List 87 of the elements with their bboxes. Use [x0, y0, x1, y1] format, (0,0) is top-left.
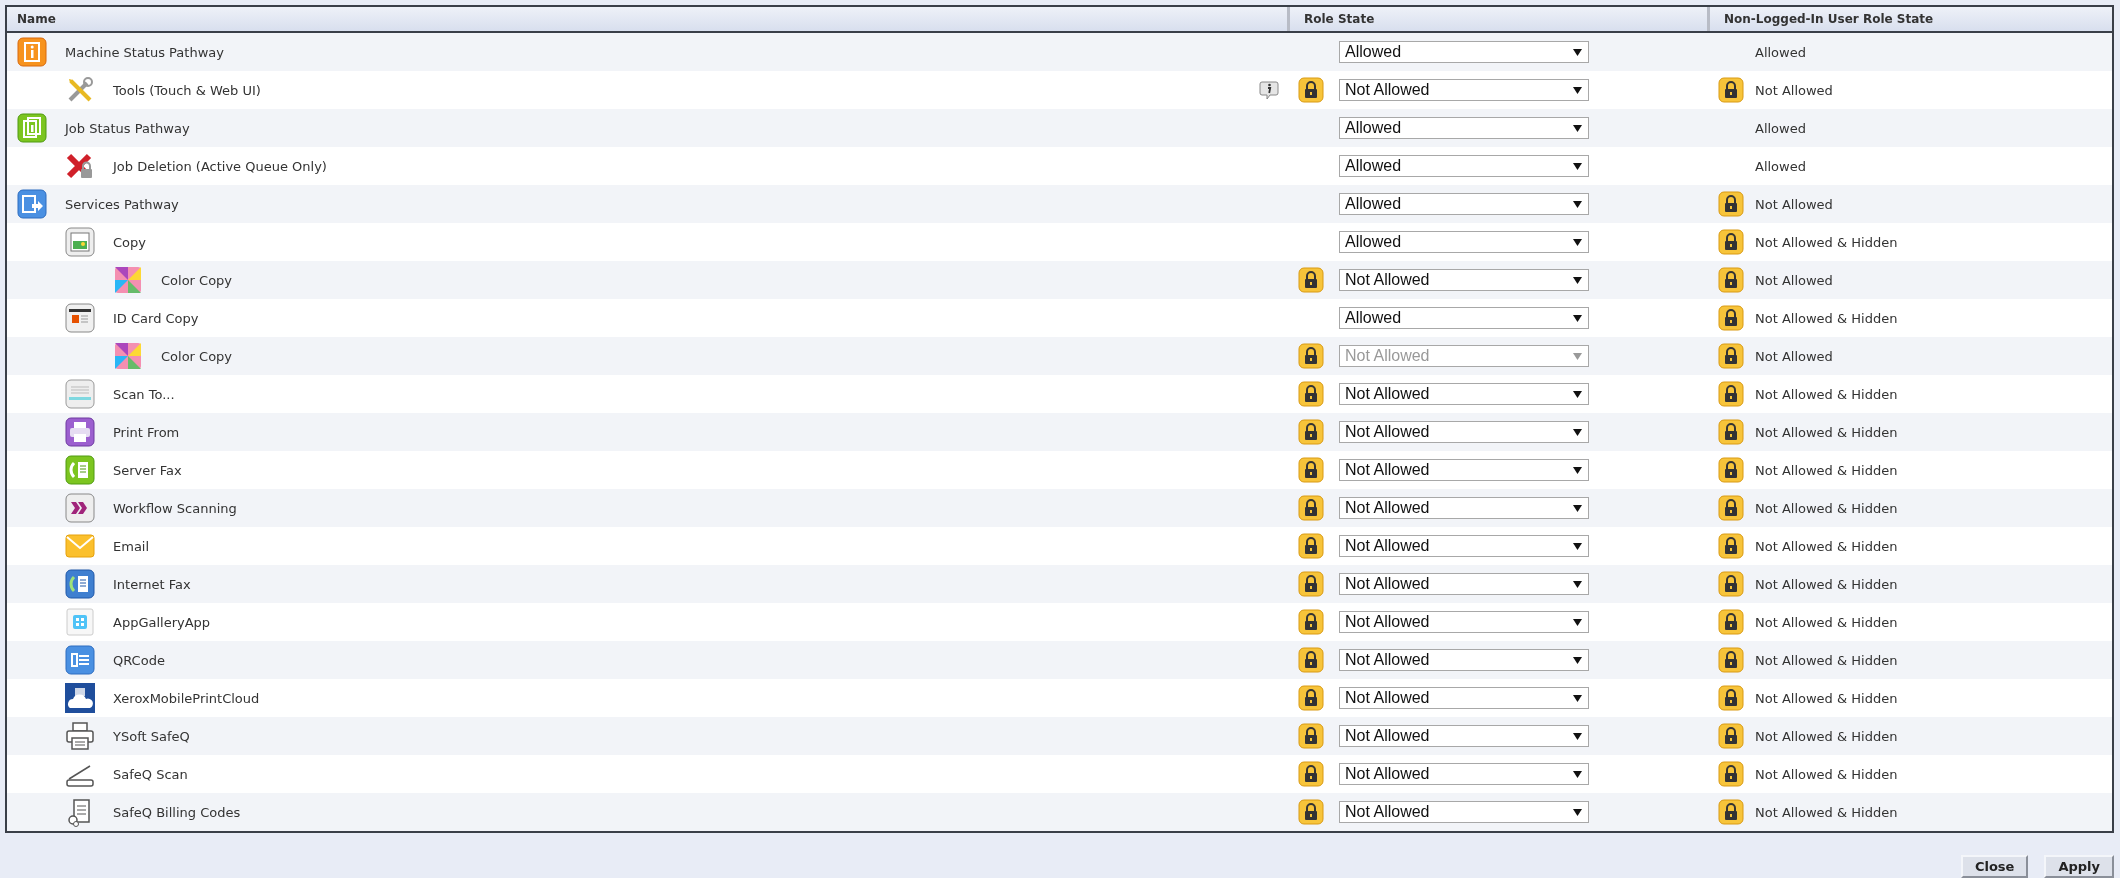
- caret-icon: [1573, 732, 1582, 740]
- guest-role-state: Not Allowed & Hidden: [1755, 234, 1898, 250]
- permission-name: Tools (Touch & Web UI): [113, 82, 262, 98]
- guest-role-state: Not Allowed & Hidden: [1755, 576, 1898, 592]
- permission-name: SafeQ Billing Codes: [113, 804, 242, 820]
- role-state-dropdown[interactable]: Not Allowed: [1339, 497, 1589, 519]
- permission-name: ID Card Copy: [113, 310, 200, 326]
- guest-role-state: Allowed: [1755, 44, 1806, 60]
- guest-role-state: Not Allowed & Hidden: [1755, 462, 1898, 478]
- permission-name: SafeQ Scan: [113, 766, 189, 782]
- permission-name: XeroxMobilePrintCloud: [113, 690, 261, 706]
- guest-role-state: Not Allowed: [1755, 196, 1833, 212]
- permission-name: Machine Status Pathway: [65, 44, 225, 60]
- guest-role-state: Not Allowed & Hidden: [1755, 386, 1898, 402]
- role-state-dropdown[interactable]: Not Allowed: [1339, 535, 1589, 557]
- permission-name: YSoft SafeQ: [113, 728, 191, 744]
- permission-name: Email: [113, 538, 151, 554]
- role-state-dropdown[interactable]: Not Allowed: [1339, 79, 1589, 101]
- caret-icon: [1573, 86, 1582, 94]
- permission-name: Server Fax: [113, 462, 183, 478]
- caret-icon: [1573, 390, 1582, 398]
- guest-role-state: Not Allowed & Hidden: [1755, 500, 1898, 516]
- guest-role-state: Not Allowed & Hidden: [1755, 728, 1898, 744]
- permission-name: Services Pathway: [65, 196, 180, 212]
- permission-name: Job Deletion (Active Queue Only): [113, 158, 328, 174]
- caret-icon: [1573, 238, 1582, 246]
- role-state-dropdown[interactable]: Not Allowed: [1339, 763, 1589, 785]
- caret-icon: [1573, 770, 1582, 778]
- role-state-dropdown[interactable]: Not Allowed: [1339, 725, 1589, 747]
- column-header: Name: [16, 11, 57, 28]
- role-state-dropdown[interactable]: Allowed: [1339, 41, 1589, 63]
- role-state-dropdown[interactable]: Allowed: [1339, 193, 1589, 215]
- role-state-dropdown[interactable]: Not Allowed: [1339, 383, 1589, 405]
- caret-icon: [1573, 124, 1582, 132]
- guest-role-state: Not Allowed: [1755, 82, 1833, 98]
- permission-name: Workflow Scanning: [113, 500, 238, 516]
- guest-role-state: Allowed: [1755, 120, 1806, 136]
- role-state-dropdown[interactable]: Not Allowed: [1339, 421, 1589, 443]
- caret-icon: [1573, 352, 1582, 360]
- caret-icon: [1573, 162, 1582, 170]
- permission-name: QRCode: [113, 652, 166, 668]
- caret-icon: [1573, 276, 1582, 284]
- permission-name: Color Copy: [161, 348, 234, 364]
- caret-icon: [1573, 694, 1582, 702]
- permission-name: Print From: [113, 424, 181, 440]
- caret-icon: [1573, 314, 1582, 322]
- role-state-dropdown[interactable]: Not Allowed: [1339, 649, 1589, 671]
- caret-icon: [1573, 466, 1582, 474]
- role-state-dropdown[interactable]: Not Allowed: [1339, 459, 1589, 481]
- info-icon[interactable]: [1259, 80, 1279, 100]
- guest-role-state: Not Allowed & Hidden: [1755, 804, 1898, 820]
- caret-icon: [1573, 48, 1582, 56]
- dialog-button[interactable]: Apply: [2044, 855, 2114, 878]
- guest-role-state: Not Allowed: [1755, 272, 1833, 288]
- role-state-dropdown[interactable]: Not Allowed: [1339, 801, 1589, 823]
- role-state-dropdown[interactable]: Not Allowed: [1339, 687, 1589, 709]
- guest-role-state: Not Allowed: [1755, 348, 1833, 364]
- guest-role-state: Not Allowed & Hidden: [1755, 310, 1898, 326]
- permission-name: AppGalleryApp: [113, 614, 212, 630]
- role-state-dropdown[interactable]: Not Allowed: [1339, 269, 1589, 291]
- guest-role-state: Not Allowed & Hidden: [1755, 652, 1898, 668]
- permission-name: Job Status Pathway: [65, 120, 191, 136]
- guest-role-state: Not Allowed & Hidden: [1755, 538, 1898, 554]
- caret-icon: [1573, 542, 1582, 550]
- guest-role-state: Not Allowed & Hidden: [1755, 424, 1898, 440]
- permission-name: Color Copy: [161, 272, 234, 288]
- permission-name: Internet Fax: [113, 576, 192, 592]
- caret-icon: [1573, 618, 1582, 626]
- caret-icon: [1573, 504, 1582, 512]
- caret-icon: [1573, 656, 1582, 664]
- guest-role-state: Not Allowed & Hidden: [1755, 614, 1898, 630]
- role-state-dropdown[interactable]: Allowed: [1339, 155, 1589, 177]
- caret-icon: [1573, 808, 1582, 816]
- guest-role-state: Not Allowed & Hidden: [1755, 690, 1898, 706]
- dialog-button[interactable]: Close: [1960, 855, 2029, 878]
- permission-name: Copy: [113, 234, 147, 250]
- caret-icon: [1573, 428, 1582, 436]
- role-state-dropdown[interactable]: Not Allowed: [1339, 611, 1589, 633]
- role-state-dropdown[interactable]: Allowed: [1339, 117, 1589, 139]
- role-state-dropdown[interactable]: Allowed: [1339, 307, 1589, 329]
- role-state-dropdown[interactable]: Not Allowed: [1339, 573, 1589, 595]
- caret-icon: [1573, 200, 1582, 208]
- guest-role-state: Not Allowed & Hidden: [1755, 766, 1898, 782]
- caret-icon: [1573, 580, 1582, 588]
- role-state-dropdown[interactable]: Allowed: [1339, 231, 1589, 253]
- guest-role-state: Allowed: [1755, 158, 1806, 174]
- permission-name: Scan To...: [113, 386, 176, 402]
